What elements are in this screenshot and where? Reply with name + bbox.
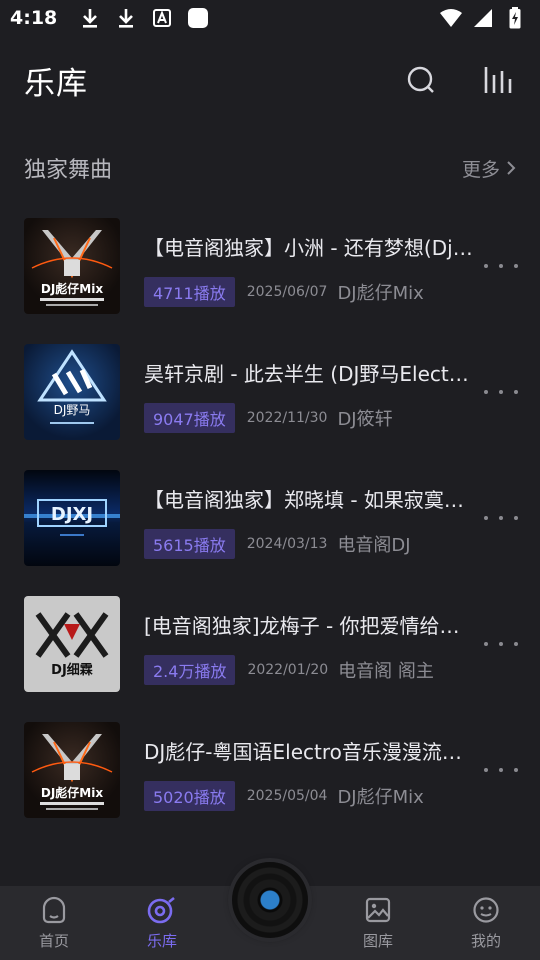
section-header: 独家舞曲 更多 [24,148,516,188]
signal-icon [472,7,494,29]
cover-text: DJXJ [51,504,93,525]
plays-badge: 2.4万播放 [144,655,236,685]
track-artist: DJ彪仔Mix [337,283,424,304]
track-row[interactable]: DJXJ 【电音阁独家】郑晓填 - 如果寂寞… 5615播放 2024/03/1… [0,468,540,594]
cover-art: DJ野马 [37,349,107,424]
cover-art: DJXJ [24,499,120,536]
cover-art: DJ细霖 [35,612,109,678]
app-square-icon [187,7,209,29]
track-date: 2024/03/13 [246,536,328,552]
plays-badge: 5020播放 [144,781,235,811]
nav-library[interactable]: 乐库 [108,886,216,960]
app-header: 乐库 [0,52,540,108]
wifi-icon [440,7,462,29]
cover-text: DJ彪仔Mix [41,785,103,800]
nav-gallery-label: 图库 [362,931,393,950]
battery-icon [504,7,526,29]
track-title: 【电音阁独家】郑晓填 - 如果寂寞… [144,488,464,512]
track-row[interactable]: DJ彪仔Mix 【电音阁独家】小洲 - 还有梦想(Dj… 4711播放 2025… [0,216,540,342]
gallery-icon [365,897,391,922]
nav-mine[interactable]: 我的 [432,886,540,960]
more-dots-icon[interactable] [484,382,518,402]
cover-art: DJ彪仔Mix [31,734,113,810]
more-link[interactable]: 更多 [462,155,516,182]
more-dots-icon[interactable] [484,760,518,780]
plays-badge: 4711播放 [144,277,235,307]
chevron-right-icon [507,161,516,175]
track-artist: DJ筱轩 [337,409,393,430]
now-playing-disc[interactable] [232,862,308,938]
download-icon [115,7,137,29]
more-dots-icon[interactable] [484,634,518,654]
search-icon [407,66,434,93]
nav-home-label: 首页 [38,931,69,950]
nav-mine-label: 我的 [470,931,501,950]
library-icon [147,896,175,923]
track-title: 【电音阁独家】小洲 - 还有梦想(Dj… [144,236,473,260]
track-row[interactable]: DJ细霖 [电音阁独家]龙梅子 - 你把爱情给… 2.4万播放 2022/01/… [0,594,540,720]
track-cover: DJ彪仔Mix [24,722,120,818]
cover-text: DJ细霖 [51,662,93,678]
profile-face-icon [473,896,499,923]
equalizer-button[interactable] [482,63,516,97]
track-artist: 电音阁DJ [337,535,411,556]
home-icon [42,896,66,923]
plays-badge: 5615播放 [144,529,235,559]
track-artist: 电音阁 阁主 [338,661,434,682]
nav-gallery[interactable]: 图库 [324,886,432,960]
track-cover: DJ野马 [24,344,120,440]
page-title: 乐库 [24,65,88,102]
nav-home[interactable]: 首页 [0,886,108,960]
plays-badge: 9047播放 [144,403,235,433]
track-artist: DJ彪仔Mix [337,787,424,808]
track-title: [电音阁独家]龙梅子 - 你把爱情给… [144,614,460,638]
search-button[interactable] [404,63,438,97]
track-date: 2025/05/04 [246,788,328,804]
more-dots-icon[interactable] [484,508,518,528]
status-time: 4:18 [10,7,58,29]
section-title: 独家舞曲 [24,158,113,183]
track-row[interactable]: DJ野马 昊轩京剧 - 此去半生 (DJ野马Elect… 9047播放 2022… [0,342,540,468]
more-dots-icon[interactable] [484,256,518,276]
track-date: 2022/11/30 [246,410,328,426]
track-cover: DJXJ [24,470,120,566]
more-link-label: 更多 [461,158,500,181]
equalizer-icon [484,67,512,93]
track-title: 昊轩京剧 - 此去半生 (DJ野马Elect… [144,362,469,386]
cover-art: DJ彪仔Mix [31,230,113,306]
cover-text: DJ野马 [54,403,91,417]
track-cover: DJ细霖 [24,596,120,692]
download-icon [79,7,101,29]
font-a-icon [151,7,173,29]
status-bar: 4:18 [0,0,540,36]
cover-text: DJ彪仔Mix [41,281,103,296]
track-row[interactable]: DJ彪仔Mix DJ彪仔-粤国语Electro音乐漫漫流… 5020播放 202… [0,720,540,846]
track-title: DJ彪仔-粤国语Electro音乐漫漫流… [144,740,462,764]
nav-library-label: 乐库 [146,931,177,950]
track-date: 2022/01/20 [247,662,329,678]
track-date: 2025/06/07 [246,284,328,300]
track-list: DJ彪仔Mix 【电音阁独家】小洲 - 还有梦想(Dj… 4711播放 2025… [0,216,540,846]
track-cover: DJ彪仔Mix [24,218,120,314]
